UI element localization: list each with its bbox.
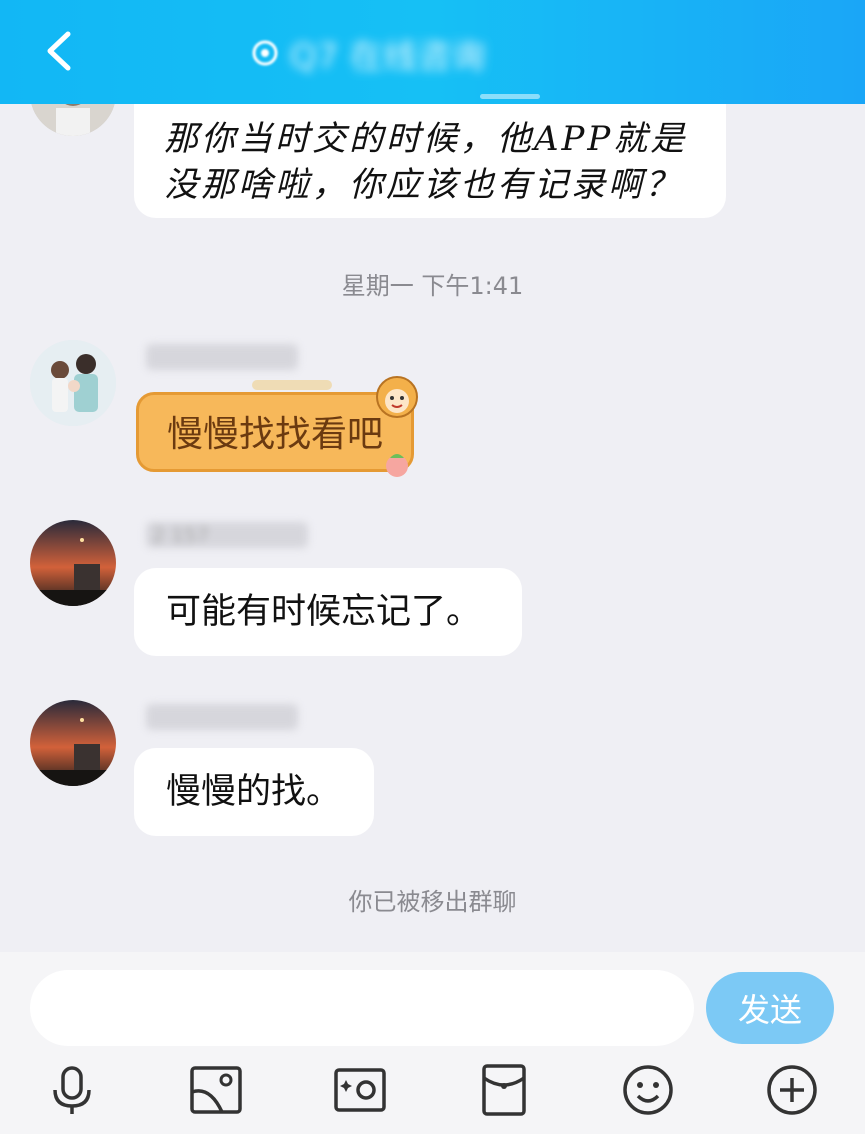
mic-icon (53, 1066, 91, 1114)
emoji-button[interactable] (620, 1062, 676, 1118)
peach-icon (386, 454, 408, 477)
chat-title: Q7 在线咨询 (290, 36, 486, 77)
timestamp: 星期一 下午1:41 (341, 272, 524, 300)
message-text: 可能有时候忘记了。 (166, 592, 482, 632)
message-text-line: 没那啥啦，你应该也有记录啊？ (164, 165, 682, 205)
send-button[interactable]: 发送 (706, 972, 834, 1044)
voice-button[interactable] (44, 1062, 100, 1118)
chevron-left-icon (47, 31, 71, 71)
message-input[interactable] (30, 970, 694, 1046)
avatar[interactable] (30, 340, 116, 426)
camera-icon (334, 1068, 386, 1112)
sticker-bubble-tail (252, 380, 332, 390)
camera-button[interactable] (332, 1062, 388, 1118)
sender-name (146, 704, 298, 730)
system-note: 你已被移出群聊 (348, 888, 517, 916)
message-bubble[interactable]: 慢慢的找。 (134, 748, 374, 836)
message-bubble[interactable]: 那你当时交的时候，他APP就是 没那啥啦，你应该也有记录啊？ (134, 104, 726, 218)
message-text: 慢慢的找。 (166, 772, 342, 812)
group-icon (252, 40, 278, 66)
image-icon (190, 1066, 242, 1114)
message-text-line: 那你当时交的时候，他APP就是 (164, 119, 688, 159)
plus-icon (767, 1065, 817, 1115)
sender-name (146, 344, 298, 370)
emoji-icon (623, 1065, 673, 1115)
chat-title-area[interactable]: Q7 在线咨询 (250, 28, 590, 78)
back-button[interactable] (36, 26, 86, 76)
image-button[interactable] (188, 1062, 244, 1118)
sticker-text: 慢慢找找看吧 (167, 414, 384, 455)
avatar[interactable] (30, 520, 116, 606)
chat-header: Q7 在线咨询 (0, 0, 865, 104)
more-button[interactable] (764, 1062, 820, 1118)
message-bubble[interactable]: 可能有时候忘记了。 (134, 568, 522, 656)
monkey-sticker-icon (376, 376, 418, 418)
header-indicator (480, 94, 540, 99)
avatar[interactable] (30, 700, 116, 786)
sender-name: 2 157 (146, 522, 308, 548)
red-packet-button[interactable] (476, 1062, 532, 1118)
red-packet-icon (482, 1064, 526, 1116)
